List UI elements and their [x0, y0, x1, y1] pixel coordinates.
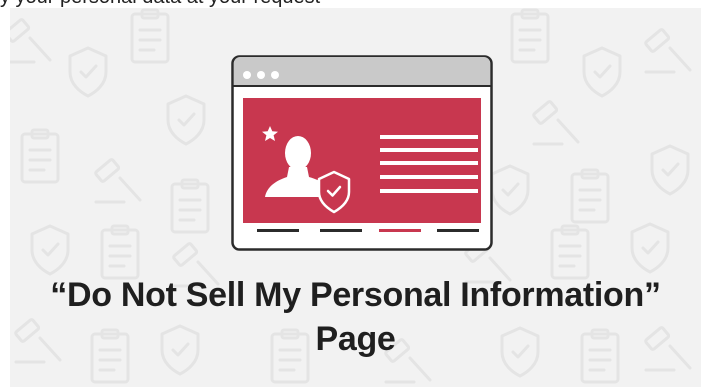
window-dot-icon [271, 71, 279, 79]
window-dot-icon [243, 71, 251, 79]
window-body [243, 98, 481, 239]
hero-banner: “Do Not Sell My Personal Information” Pa… [10, 8, 701, 387]
browser-window-icon [231, 55, 493, 251]
page-title: “Do Not Sell My Personal Information” Pa… [10, 273, 701, 361]
page-title-line-2: Page [315, 320, 396, 358]
top-caption: y your personal data at your request [0, 0, 701, 8]
page-title-line-1: “Do Not Sell My Personal Information” [50, 276, 661, 314]
window-dot-icon [257, 71, 265, 79]
window-dots [243, 71, 279, 79]
